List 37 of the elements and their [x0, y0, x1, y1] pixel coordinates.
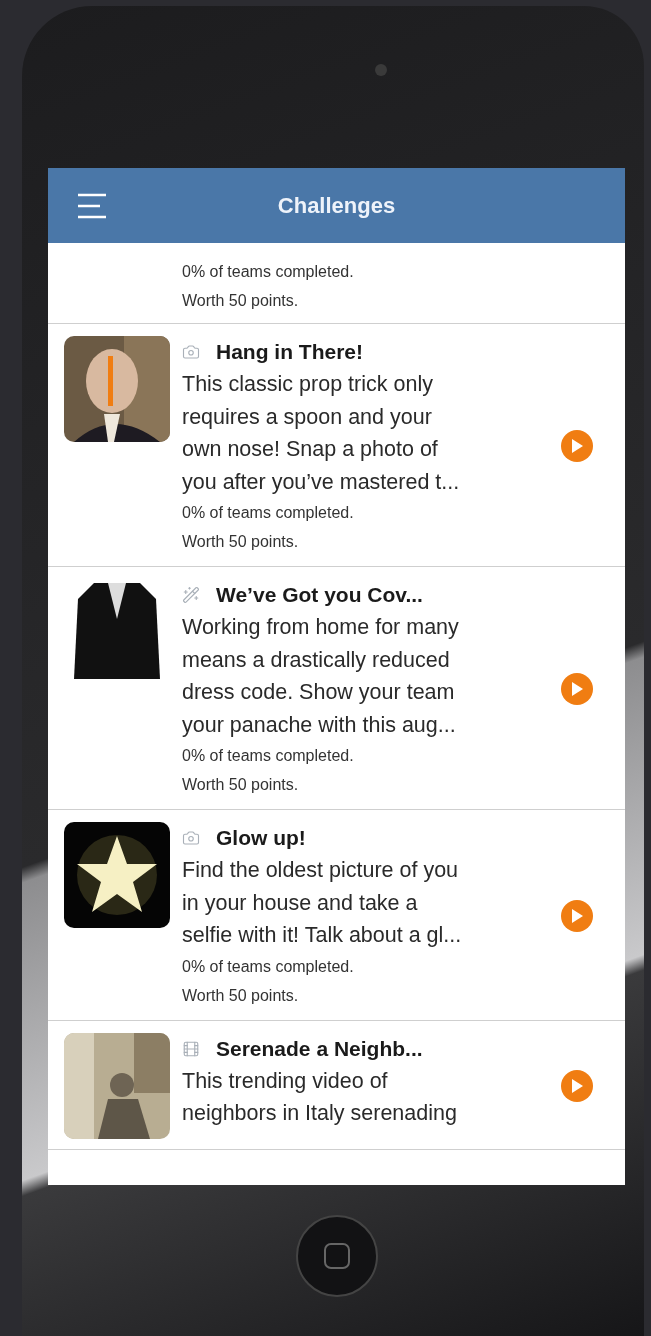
rounded-square-icon — [321, 1241, 352, 1271]
play-button[interactable] — [561, 430, 593, 462]
screen-title: Challenges — [276, 192, 397, 219]
challenge-stat: Worth 50 points. — [182, 775, 300, 795]
challenge-stat: Worth 50 points. — [182, 532, 300, 552]
menu-icon[interactable] — [76, 192, 108, 219]
camera-icon — [182, 829, 200, 847]
challenge-description: This classic prop trick only requires a spoon and your own nose! Snap a photo of you after you’ve mastered t... — [182, 371, 461, 496]
challenge-row[interactable]: We’ve Got you Cov... Working from home for many means a drastically reduced dress code. Show your team your panache with this aug... 0% of teams completed. Worth 50 points. — [48, 567, 625, 810]
challenge-row[interactable]: Serenade a Neighb... This trending video of neighbors in Italy serenading — [48, 1020, 625, 1150]
play-icon — [570, 681, 584, 697]
challenge-stat: 0% of teams completed. — [182, 746, 355, 766]
camera-icon — [182, 343, 200, 361]
challenge-description: Working from home for many means a drastically reduced dress code. Show your team your panache with this aug... — [182, 614, 460, 739]
film-icon — [182, 1039, 200, 1058]
challenge-description: This trending video of neighbors in Italy serenading — [182, 1067, 458, 1127]
play-icon — [570, 907, 584, 924]
challenge-title: Serenade a Neighb... — [216, 1036, 423, 1061]
challenge-row[interactable]: Hang in There! This classic prop trick only requires a spoon and your own nose! Snap a photo of you after you’ve mastered t... 0% of teams completed. Worth 50 points. — [48, 324, 625, 567]
challenge-stat: 0% of teams completed. — [182, 262, 355, 282]
magic-wand-icon — [182, 586, 200, 604]
play-icon — [570, 438, 584, 454]
challenge-description: Find the oldest picture of you in your house and take a selfie with it! Talk about a gl... — [182, 857, 463, 949]
challenge-title: We’ve Got you Cov... — [216, 583, 423, 607]
challenge-stat: 0% of teams completed. — [182, 956, 355, 977]
challenge-row[interactable]: Glow up! Find the oldest picture of you in your house and take a selfie with it! Talk about a gl... 0% of teams completed. Worth 50 points. — [48, 810, 625, 1021]
challenge-stat: Worth 50 points. — [182, 291, 300, 311]
challenge-row[interactable]: 0% of teams completed. Worth 50 points. — [48, 243, 625, 324]
challenge-stat: Worth 50 points. — [182, 985, 300, 1006]
challenge-title: Glow up! — [216, 826, 306, 850]
play-button[interactable] — [561, 899, 593, 932]
challenge-stat: 0% of teams completed. — [182, 503, 355, 523]
challenge-title: Hang in There! — [216, 340, 363, 364]
play-button[interactable] — [561, 1069, 593, 1102]
play-button[interactable] — [561, 673, 593, 705]
camera-dot — [374, 64, 387, 76]
play-icon — [570, 1077, 584, 1094]
